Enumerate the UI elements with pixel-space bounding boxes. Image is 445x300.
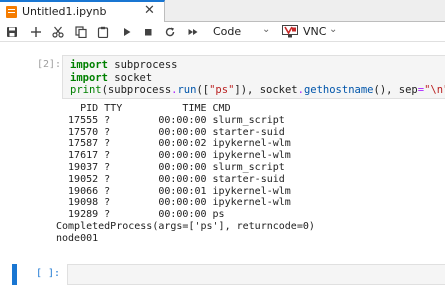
- chevron-down-icon: ⌄: [329, 24, 338, 35]
- notebook-icon: [6, 6, 17, 18]
- tab-title: Untitled1.ipynb: [22, 5, 107, 18]
- add-icon[interactable]: [28, 25, 44, 39]
- code-text: (subprocess: [101, 84, 172, 96]
- vnc-kernel-dropdown[interactable]: VNC ⌄: [282, 23, 342, 41]
- empty-code-cell-editor[interactable]: [67, 264, 445, 285]
- output-line: 17555 ? 00:00:00 slurm_script: [56, 114, 285, 126]
- code-text: ([: [196, 84, 210, 96]
- active-cell-indicator: [12, 264, 17, 285]
- save-icon[interactable]: [4, 25, 20, 39]
- code-text: subprocess: [107, 59, 178, 71]
- code-content[interactable]: import subprocess import socket print(su…: [70, 59, 445, 97]
- output-line: PID TTY TIME CMD: [56, 103, 231, 114]
- output-line: 19066 ? 00:00:01 ipykernel-wlm: [56, 185, 291, 197]
- output-line: 17587 ? 00:00:02 ipykernel-wlm: [56, 138, 291, 150]
- cell-prompt: [ ]:: [36, 268, 61, 279]
- fast-forward-icon[interactable]: [185, 25, 201, 39]
- notebook-tab[interactable]: Untitled1.ipynb ✕: [0, 0, 165, 22]
- code-text: ]), socket: [234, 84, 298, 96]
- chevron-down-icon: ⌄: [262, 24, 271, 35]
- cell-type-dropdown[interactable]: Code ⌄: [210, 24, 276, 40]
- code-text: socket: [107, 71, 153, 84]
- paste-icon[interactable]: [95, 25, 111, 39]
- cell-prompt: [2]:: [37, 59, 62, 70]
- vnc-icon: [282, 25, 298, 38]
- cut-icon[interactable]: [50, 25, 66, 39]
- vnc-label: VNC: [303, 25, 327, 38]
- close-tab-icon[interactable]: ✕: [144, 4, 155, 18]
- copy-icon[interactable]: [73, 25, 89, 39]
- cell-type-label: Code: [213, 25, 242, 38]
- string-literal: "\n": [424, 84, 445, 96]
- builtin-print: print: [70, 84, 102, 96]
- cell-output: PID TTY TIME CMD 17555 ? 00:00:00 slurm_…: [56, 103, 445, 245]
- notebook-panel: [2]: import subprocess import socket pri…: [0, 43, 445, 300]
- output-line: 19037 ? 00:00:00 slurm_script: [56, 161, 285, 173]
- output-line: 19052 ? 00:00:00 starter-suid: [56, 173, 285, 185]
- method-name: gethostname: [303, 84, 374, 96]
- output-line: node001: [56, 232, 99, 244]
- output-line: 17617 ? 00:00:00 ipykernel-wlm: [56, 150, 291, 162]
- restart-icon[interactable]: [162, 25, 178, 39]
- code-text: (), sep: [373, 84, 418, 96]
- output-line: 19289 ? 00:00:00 ps: [56, 209, 225, 221]
- run-icon[interactable]: [119, 25, 135, 39]
- tab-bar: Untitled1.ipynb ✕: [0, 0, 445, 22]
- output-line: 17570 ? 00:00:00 starter-suid: [56, 126, 285, 138]
- output-line: CompletedProcess(args=['ps'], returncode…: [56, 220, 315, 232]
- notebook-toolbar: Code ⌄ VNC ⌄: [0, 22, 445, 42]
- keyword: import: [70, 59, 108, 71]
- output-line: 19098 ? 00:00:00 ipykernel-wlm: [56, 197, 291, 209]
- keyword: import: [70, 71, 108, 84]
- method-name: run: [177, 84, 197, 96]
- code-cell-editor[interactable]: import subprocess import socket print(su…: [62, 55, 445, 99]
- stop-icon[interactable]: [140, 25, 156, 39]
- string-literal: "ps": [209, 84, 235, 96]
